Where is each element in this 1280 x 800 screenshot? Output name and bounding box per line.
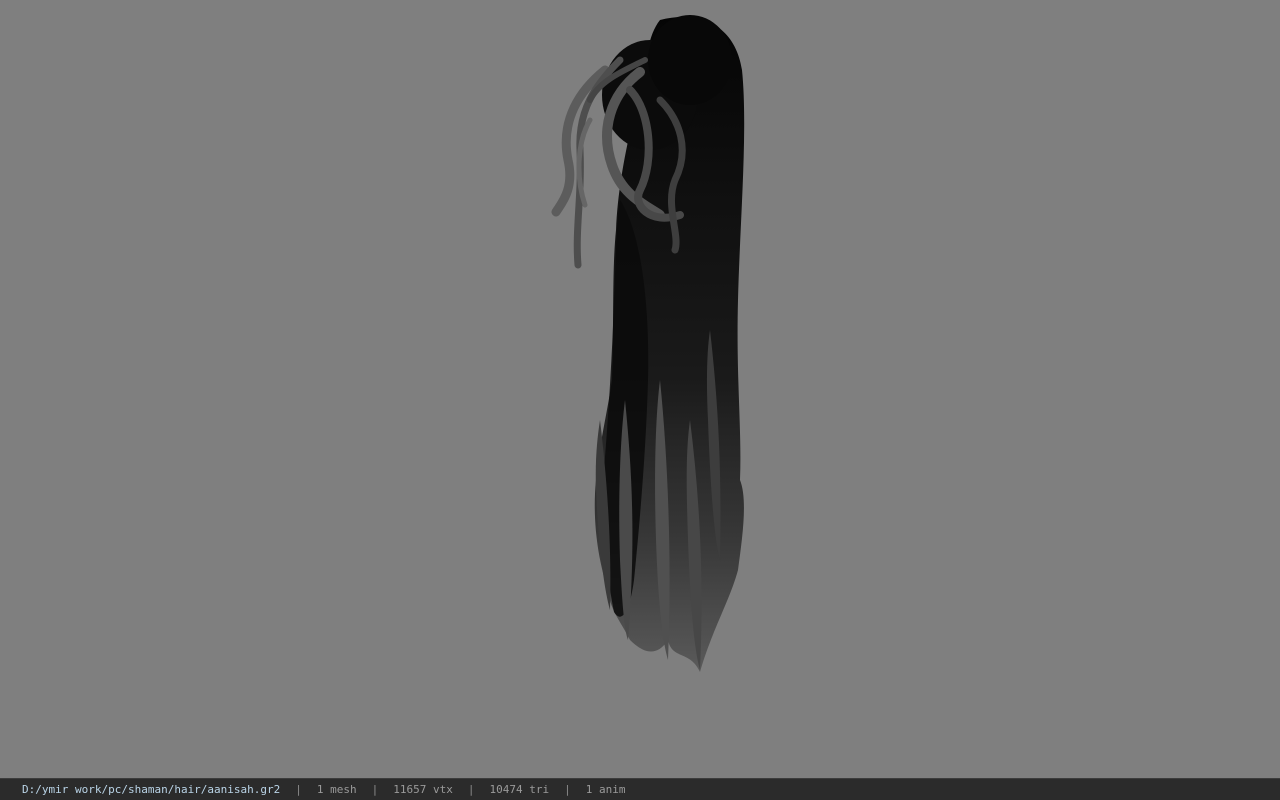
file-path-label: D:/ymir work/pc/shaman/hair/aanisah.gr2 [22, 783, 281, 796]
separator: | [467, 783, 475, 796]
separator: | [564, 783, 571, 796]
3d-viewport[interactable] [0, 0, 1280, 778]
separator: | [371, 783, 379, 796]
hair-model-render [551, 15, 745, 673]
separator: | [295, 783, 302, 796]
triangle-count-label: 10474 tri [489, 783, 550, 796]
anim-count-label: 1 anim [585, 783, 626, 796]
mesh-count-label: 1 mesh [316, 783, 357, 796]
vertex-count-label: 11657 vtx [393, 783, 453, 796]
status-bar: D:/ymir work/pc/shaman/hair/aanisah.gr2 … [0, 778, 1280, 800]
